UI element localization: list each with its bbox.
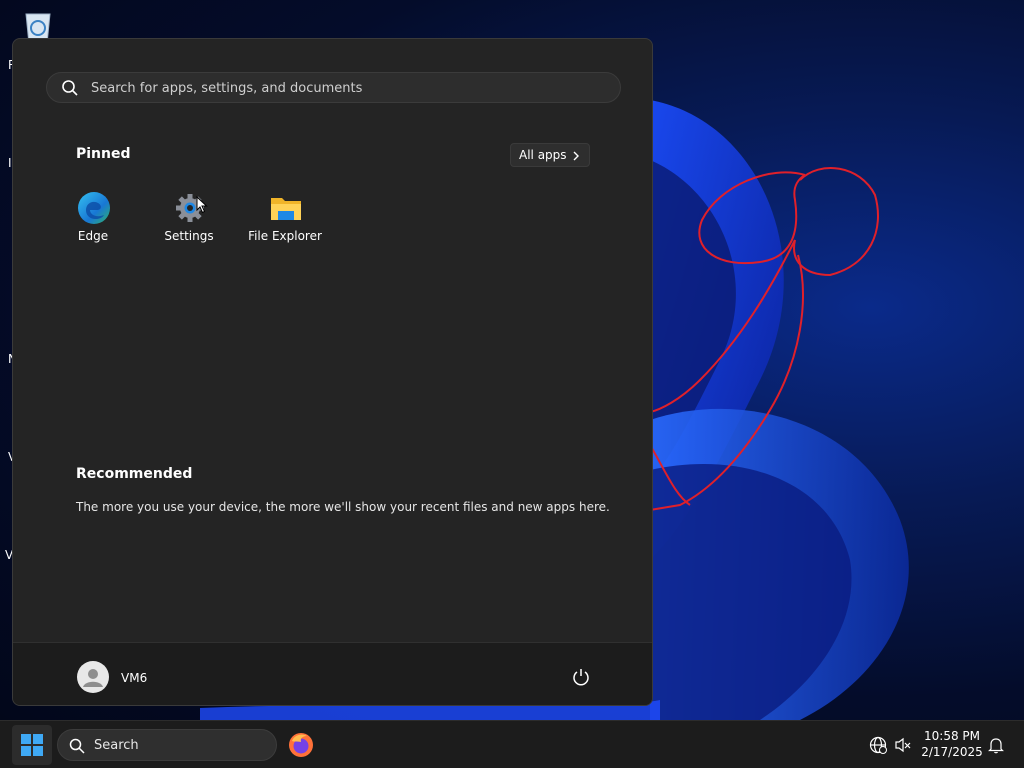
pinned-heading: Pinned: [76, 146, 131, 162]
desktop-label-fragment: I: [8, 156, 12, 170]
windows-logo-icon: [21, 734, 43, 756]
firefox-icon[interactable]: [288, 732, 314, 758]
recommended-heading: Recommended: [76, 466, 193, 482]
taskbar: Search 10:58 PM 2/17/2025: [0, 720, 1024, 768]
all-apps-button[interactable]: All apps: [510, 143, 590, 167]
power-icon[interactable]: [571, 667, 591, 687]
start-menu-footer: VM6: [13, 642, 652, 705]
taskbar-search-label: Search: [94, 738, 139, 753]
start-button[interactable]: [12, 725, 52, 765]
folder-icon: [271, 198, 301, 220]
clock-date: 2/17/2025: [921, 745, 983, 759]
pinned-app-settings[interactable]: Settings: [141, 189, 237, 249]
start-search-input[interactable]: [89, 73, 613, 104]
clock-time: 10:58 PM: [924, 729, 980, 743]
system-clock[interactable]: 10:58 PM 2/17/2025: [920, 728, 984, 760]
notification-bell-icon[interactable]: [987, 736, 1005, 754]
search-icon: [62, 80, 78, 96]
mouse-cursor-icon: [196, 196, 208, 214]
search-icon: [69, 738, 85, 754]
network-globe-icon[interactable]: [869, 736, 887, 754]
start-menu: Pinned All apps Edge: [12, 38, 653, 706]
user-avatar[interactable]: [77, 661, 109, 693]
user-icon: [83, 669, 103, 687]
taskbar-search[interactable]: Search: [57, 729, 277, 761]
pinned-app-label: Settings: [164, 229, 214, 243]
pinned-app-label: Edge: [77, 229, 109, 243]
recommended-empty-message: The more you use your device, the more w…: [76, 500, 610, 514]
all-apps-label: All apps: [519, 148, 567, 162]
start-search-box[interactable]: [46, 72, 621, 104]
chevron-right-icon: [573, 151, 579, 161]
pinned-app-label: File Explorer: [248, 229, 322, 243]
user-name[interactable]: VM6: [121, 671, 147, 685]
pinned-app-file-explorer[interactable]: File Explorer: [237, 189, 333, 249]
edge-icon: [78, 192, 110, 224]
volume-muted-icon[interactable]: [894, 736, 912, 754]
pinned-app-edge[interactable]: Edge: [45, 189, 141, 249]
